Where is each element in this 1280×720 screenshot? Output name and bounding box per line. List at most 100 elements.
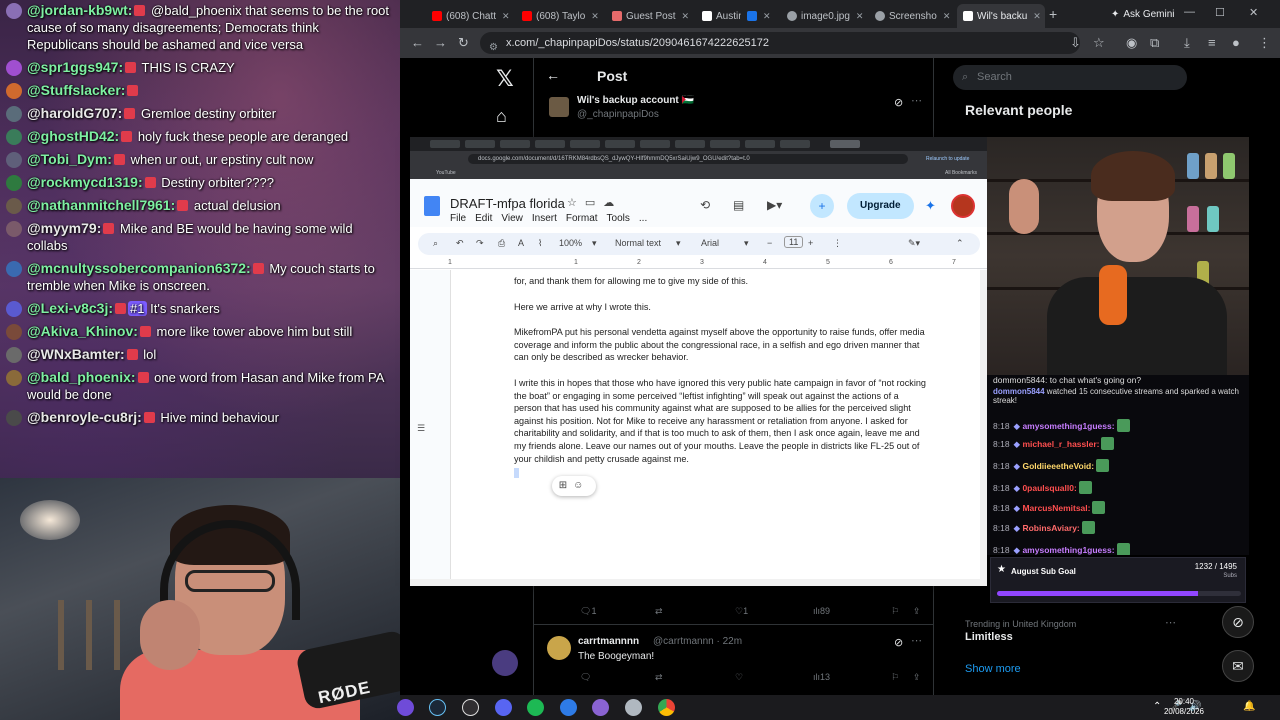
relaunch-button[interactable]: Relaunch to update <box>922 154 973 164</box>
tab[interactable] <box>535 140 565 148</box>
edit-mode-icon[interactable]: ✎▾ <box>908 238 920 249</box>
reload-icon[interactable]: ↻ <box>458 35 469 51</box>
chat-username[interactable]: GoldiieeetheVoid: <box>1022 461 1094 471</box>
views-icon[interactable]: ılı 89 <box>813 606 830 616</box>
discord-icon[interactable] <box>495 699 512 716</box>
chat-username[interactable]: amysomething1guess: <box>1022 421 1114 431</box>
chevron-up-icon[interactable]: ⌃ <box>1153 701 1161 712</box>
home-icon[interactable]: ⌂ <box>496 106 507 127</box>
chat-username[interactable]: michael_r_hassler: <box>1022 439 1099 449</box>
close-icon[interactable]: ✕ <box>856 11 864 22</box>
doc-paragraph[interactable]: Here we arrive at why I wrote this. <box>514 301 929 314</box>
font-select[interactable]: Arial <box>701 238 719 248</box>
more-icon[interactable]: ⋯ <box>911 94 922 107</box>
comment-icon[interactable]: ▤ <box>733 198 744 212</box>
share-icon[interactable]: + <box>810 194 834 218</box>
meet-icon[interactable]: ▶▾ <box>767 198 782 212</box>
tab[interactable] <box>780 140 810 148</box>
chat-username[interactable]: dommon5844 <box>993 387 1045 396</box>
reply-icon[interactable]: 🗨 <box>580 672 591 683</box>
reply-avatar[interactable] <box>547 636 571 660</box>
bookmark-icon[interactable]: ⚐ <box>891 672 899 683</box>
author-name[interactable]: Wil's backup account 🇵🇸 <box>577 95 694 106</box>
chrome-icon[interactable] <box>658 699 675 716</box>
emoji-icon[interactable]: ☺ <box>573 480 589 491</box>
doc-paragraph[interactable]: I write this in hopes that those who hav… <box>514 377 929 465</box>
tab-2[interactable]: Guest Post ✕ <box>606 4 696 28</box>
profile-avatar[interactable] <box>951 194 975 218</box>
document-title[interactable]: DRAFT-mfpa florida <box>450 196 565 211</box>
close-icon[interactable]: ✕ <box>763 11 771 22</box>
profile-avatar[interactable] <box>492 650 518 676</box>
increase-font-icon[interactable]: + <box>808 238 813 248</box>
reply-author-name[interactable]: carrtmannnn <box>578 636 639 647</box>
doc-paragraph[interactable]: for, and thank them for allowing me to g… <box>514 275 929 288</box>
tab-0[interactable]: (608) Chatt ✕ <box>426 4 516 28</box>
notification-icon[interactable]: 🔔 <box>1243 701 1255 712</box>
tab[interactable] <box>710 140 740 148</box>
ask-gemini-button[interactable]: ✦ Ask Gemini <box>1103 6 1183 23</box>
retweet-icon[interactable]: ⇄ <box>655 606 663 617</box>
doc-paragraph[interactable]: MikefromPA put his personal vendetta aga… <box>514 326 929 364</box>
author-handle[interactable]: @_chapinpapiDos <box>577 109 659 120</box>
forward-icon[interactable]: → <box>434 35 447 50</box>
menu-kebab-icon[interactable]: ⋮ <box>1258 35 1271 51</box>
more-icon[interactable]: ⋯ <box>1165 616 1176 629</box>
grok-icon[interactable]: ⊘ <box>894 96 903 109</box>
maximize-button[interactable]: ☐ <box>1215 6 1225 19</box>
app-icon[interactable] <box>397 699 414 716</box>
more-icon[interactable]: ⋯ <box>911 634 922 647</box>
back-arrow-icon[interactable]: ← <box>546 67 560 83</box>
all-bookmarks[interactable]: All Bookmarks <box>945 170 977 176</box>
like-icon[interactable]: ♡ <box>735 672 743 683</box>
menu-format[interactable]: Format <box>566 213 598 224</box>
share-icon[interactable]: ⇪ <box>913 606 921 617</box>
tab-active[interactable] <box>830 140 860 148</box>
author-avatar[interactable] <box>549 97 569 117</box>
close-icon[interactable]: ✕ <box>943 11 951 22</box>
outline-icon[interactable]: ☰ <box>417 423 425 434</box>
clock[interactable]: 20:40 20/08/2026 <box>1164 697 1204 717</box>
bookmark-youtube[interactable]: YouTube <box>436 170 456 176</box>
star-icon[interactable]: ☆ <box>567 197 585 209</box>
collapse-icon[interactable]: ⌃ <box>956 238 964 249</box>
upgrade-button[interactable]: Upgrade <box>847 193 914 219</box>
chat-username[interactable]: MarcusNemitsal: <box>1022 503 1090 513</box>
cloud-icon[interactable]: ☁ <box>603 197 622 209</box>
grok-fab-button[interactable]: ⊘ <box>1222 606 1254 638</box>
install-icon[interactable]: ⇩ <box>1070 35 1081 51</box>
extensions-puzzle-icon[interactable]: ⧉ <box>1150 35 1159 51</box>
tab[interactable] <box>430 140 460 148</box>
tab[interactable] <box>570 140 600 148</box>
document-page[interactable]: for, and thank them for allowing me to g… <box>450 270 980 579</box>
bookmark-star-icon[interactable]: ☆ <box>1093 35 1105 51</box>
close-icon[interactable]: ✕ <box>591 11 599 22</box>
spotify-icon[interactable] <box>527 699 544 716</box>
spellcheck-icon[interactable]: A <box>518 238 524 248</box>
more-icon[interactable]: ⋮ <box>833 238 842 249</box>
decrease-font-icon[interactable]: − <box>767 238 772 248</box>
menu-insert[interactable]: Insert <box>532 213 557 224</box>
x-logo-icon[interactable]: 𝕏 <box>496 66 514 92</box>
chat-username[interactable]: 0paulsquall0: <box>1022 483 1076 493</box>
menu-file[interactable]: File <box>450 213 466 224</box>
font-size-input[interactable]: 11 <box>784 236 804 248</box>
tab[interactable] <box>675 140 705 148</box>
menu-tools[interactable]: Tools <box>607 213 630 224</box>
tab-5[interactable]: image0.jpg ✕ <box>781 4 869 28</box>
share-icon[interactable]: ⇪ <box>913 672 921 683</box>
tab-6[interactable]: Screensho ✕ <box>869 4 957 28</box>
gemini-icon[interactable]: ✦ <box>925 198 936 214</box>
zoom-select[interactable]: 100% <box>559 238 582 248</box>
profile-avatar[interactable]: ● <box>1232 35 1240 50</box>
add-comment-icon[interactable]: ⊞ <box>559 480 573 491</box>
tab-4[interactable]: ✕ <box>741 4 781 28</box>
show-more-link[interactable]: Show more <box>965 663 1021 675</box>
bookmark-icon[interactable]: ⚐ <box>891 606 899 617</box>
folder-icon[interactable]: ▭ <box>585 197 603 209</box>
chat-username[interactable]: RobinsAviary: <box>1022 523 1079 533</box>
search-icon[interactable]: ⌕ <box>433 238 438 249</box>
tab-1[interactable]: (608) Taylo ✕ <box>516 4 606 28</box>
tab[interactable] <box>605 140 635 148</box>
redo-icon[interactable]: ↷ <box>476 238 484 249</box>
